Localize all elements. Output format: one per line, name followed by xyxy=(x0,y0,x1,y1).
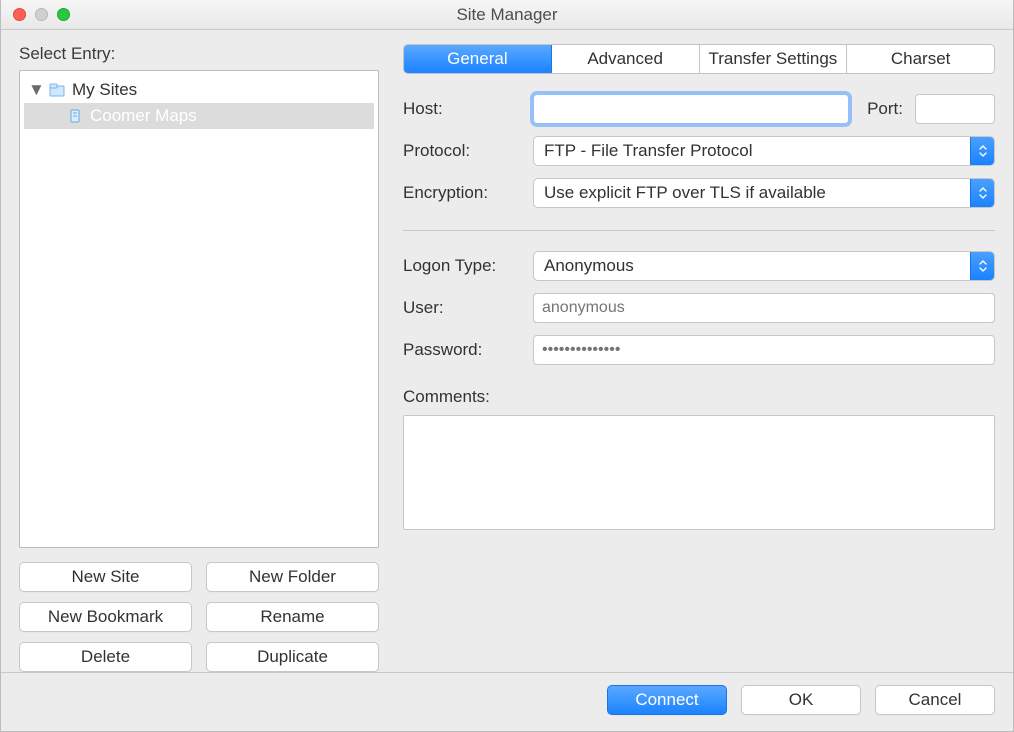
user-label: User: xyxy=(403,298,521,318)
password-input xyxy=(533,335,995,365)
encryption-label: Encryption: xyxy=(403,183,521,203)
chevron-updown-icon xyxy=(970,252,994,280)
dialog-footer: Connect OK Cancel xyxy=(1,672,1013,731)
new-site-button[interactable]: New Site xyxy=(19,562,192,592)
tab-general[interactable]: General xyxy=(404,45,552,73)
logon-type-select[interactable]: Anonymous xyxy=(533,251,995,281)
protocol-value: FTP - File Transfer Protocol xyxy=(544,141,752,161)
protocol-label: Protocol: xyxy=(403,141,521,161)
window-controls xyxy=(13,8,70,21)
comments-textarea[interactable] xyxy=(403,415,995,530)
close-icon[interactable] xyxy=(13,8,26,21)
protocol-select[interactable]: FTP - File Transfer Protocol xyxy=(533,136,995,166)
port-input[interactable] xyxy=(915,94,995,124)
user-input xyxy=(533,293,995,323)
duplicate-button[interactable]: Duplicate xyxy=(206,642,379,672)
chevron-updown-icon xyxy=(970,137,994,165)
tab-advanced[interactable]: Advanced xyxy=(552,45,700,73)
password-label: Password: xyxy=(403,340,521,360)
logon-type-label: Logon Type: xyxy=(403,256,521,276)
tree-item-label: Coomer Maps xyxy=(90,106,197,126)
select-entry-label: Select Entry: xyxy=(19,44,379,64)
settings-tabs: General Advanced Transfer Settings Chars… xyxy=(403,44,995,74)
cancel-button[interactable]: Cancel xyxy=(875,685,995,715)
host-input[interactable] xyxy=(533,94,849,124)
server-icon xyxy=(66,107,84,125)
encryption-select[interactable]: Use explicit FTP over TLS if available xyxy=(533,178,995,208)
folder-icon xyxy=(48,81,66,99)
window-title: Site Manager xyxy=(1,5,1013,25)
encryption-value: Use explicit FTP over TLS if available xyxy=(544,183,826,203)
titlebar: Site Manager xyxy=(1,0,1013,30)
port-label: Port: xyxy=(867,99,903,119)
host-label: Host: xyxy=(403,99,521,119)
rename-button[interactable]: Rename xyxy=(206,602,379,632)
site-tree[interactable]: ▼ My Sites xyxy=(19,70,379,548)
tab-transfer[interactable]: Transfer Settings xyxy=(700,45,848,73)
logon-type-value: Anonymous xyxy=(544,256,634,276)
tab-charset[interactable]: Charset xyxy=(847,45,994,73)
tree-root-label: My Sites xyxy=(72,80,137,100)
zoom-icon[interactable] xyxy=(57,8,70,21)
separator xyxy=(403,230,995,231)
new-folder-button[interactable]: New Folder xyxy=(206,562,379,592)
delete-button[interactable]: Delete xyxy=(19,642,192,672)
tree-item-coomer-maps[interactable]: Coomer Maps xyxy=(24,103,374,129)
entry-buttons: New Site New Folder New Bookmark Rename … xyxy=(19,562,379,672)
chevron-updown-icon xyxy=(970,179,994,207)
disclosure-triangle-icon[interactable]: ▼ xyxy=(28,80,42,100)
new-bookmark-button[interactable]: New Bookmark xyxy=(19,602,192,632)
connect-button[interactable]: Connect xyxy=(607,685,727,715)
ok-button[interactable]: OK xyxy=(741,685,861,715)
settings-pane: General Advanced Transfer Settings Chars… xyxy=(403,44,995,672)
comments-label: Comments: xyxy=(403,387,995,407)
minimize-icon xyxy=(35,8,48,21)
tree-root-my-sites[interactable]: ▼ My Sites xyxy=(24,77,374,103)
site-manager-dialog: Site Manager Select Entry: ▼ My Sites xyxy=(0,0,1014,732)
entry-pane: Select Entry: ▼ My Sites xyxy=(19,44,379,672)
